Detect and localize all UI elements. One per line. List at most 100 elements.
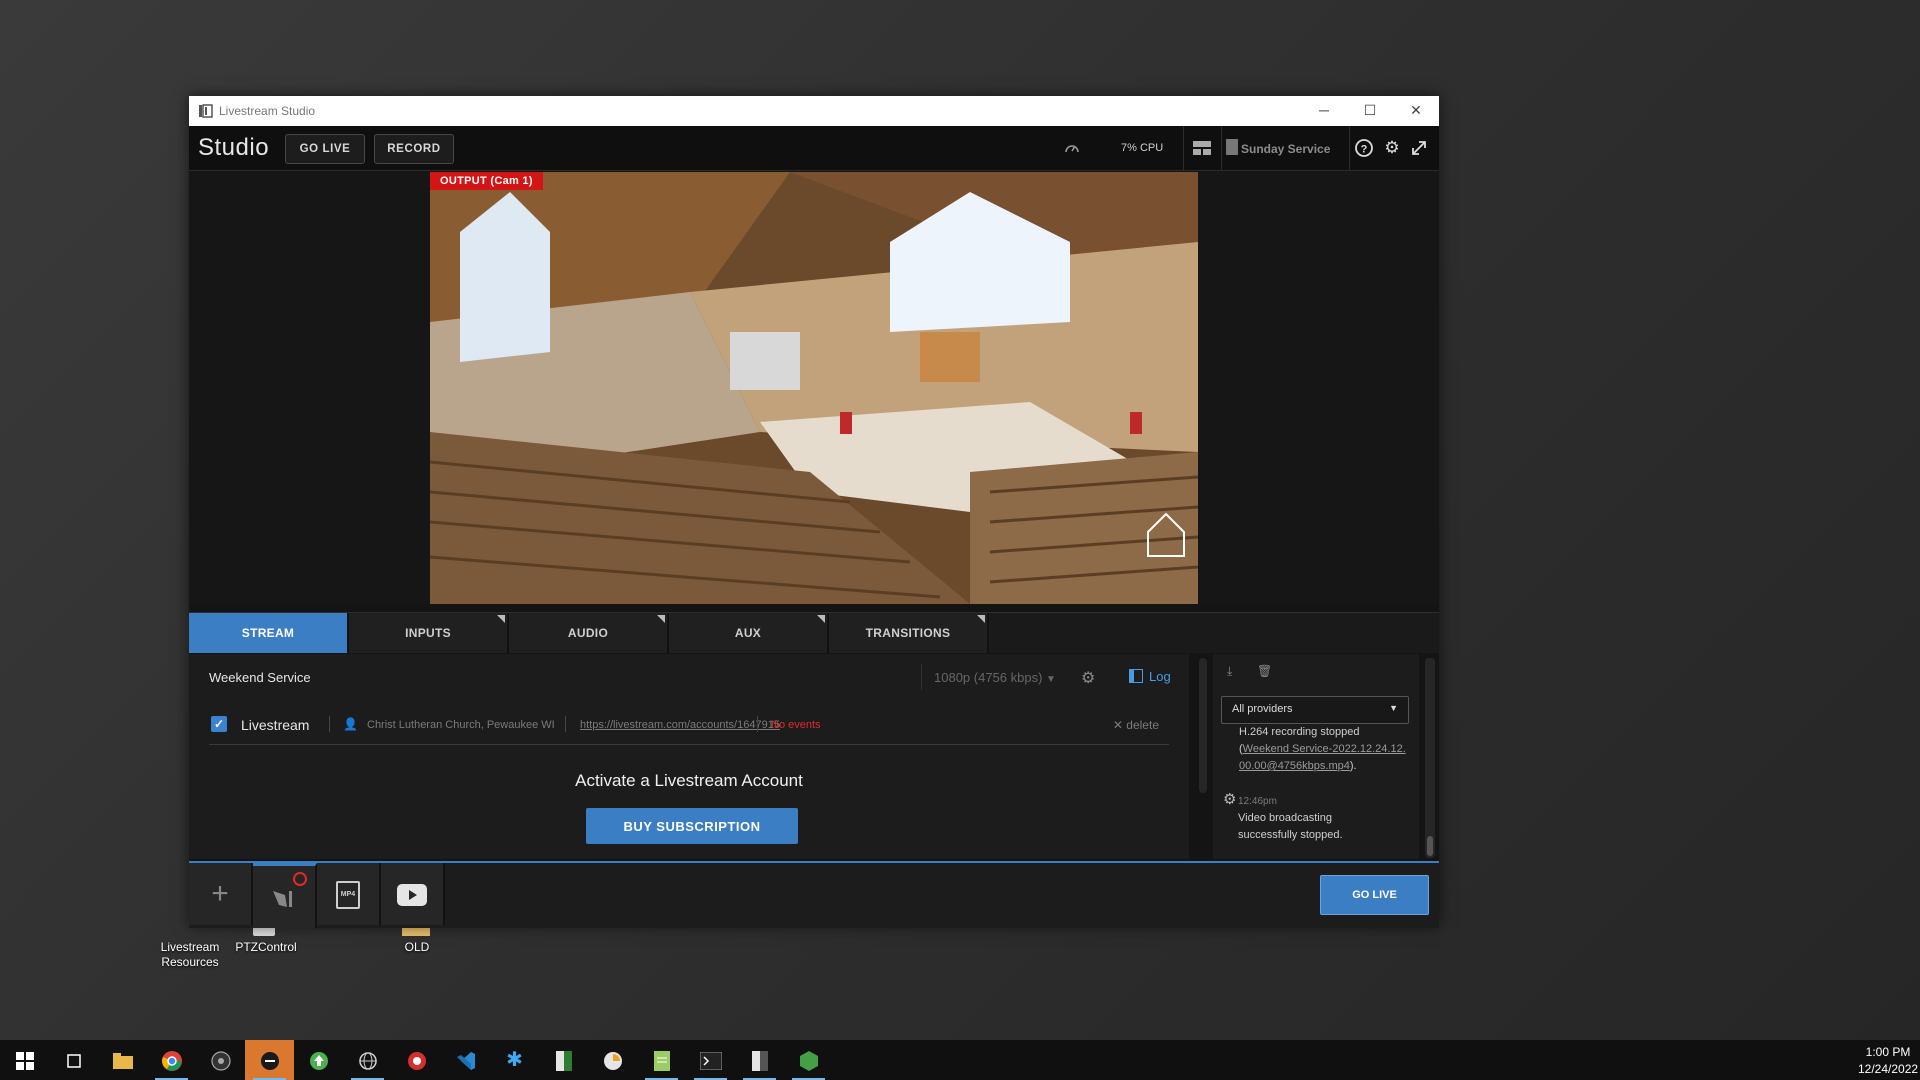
download-icon[interactable]: ⤓ <box>1227 664 1232 679</box>
provider-filter-value: All providers <box>1232 703 1293 715</box>
start-button[interactable] <box>0 1040 49 1080</box>
tab-bar: STREAM INPUTS AUDIO AUX TRANSITIONS <box>189 612 1439 653</box>
green-upload-icon[interactable] <box>294 1040 343 1080</box>
blue-gear-glyph: ✱ <box>506 1049 523 1071</box>
blue-gear-app-icon[interactable]: ✱ <box>490 1040 539 1080</box>
speed-gauge-icon[interactable] <box>1063 140 1081 156</box>
youtube-icon <box>397 883 427 906</box>
tab-transitions[interactable]: TRANSITIONS <box>829 613 989 653</box>
chrome-icon[interactable] <box>147 1040 196 1080</box>
log-entry-time: 12:46pm <box>1238 796 1277 807</box>
log-label: Log <box>1149 669 1171 684</box>
minimize-button[interactable]: ─ <box>1301 96 1347 126</box>
log-panel-scrollbar[interactable] <box>1425 658 1435 858</box>
help-icon[interactable]: ? <box>1352 136 1376 160</box>
tab-label: INPUTS <box>405 626 451 640</box>
go-live-main-button[interactable]: GO LIVE <box>1320 875 1429 915</box>
tab-corner-marker <box>497 615 505 623</box>
row-divider <box>757 716 758 732</box>
red-app-icon[interactable] <box>392 1040 441 1080</box>
provider-filter-select[interactable]: All providers ▼ <box>1221 696 1409 724</box>
document-app-2-icon[interactable] <box>735 1040 784 1080</box>
bottom-bar: + MP4 GO LIVE <box>189 861 1439 928</box>
quality-select[interactable]: 1080p (4756 kbps) ▼ <box>934 670 1056 685</box>
recording-file-link[interactable]: Weekend Service-2022.12.24.12.00.00@4756… <box>1239 743 1406 772</box>
title-bar[interactable]: Livestream Studio ─ ☐ ✕ <box>189 96 1439 126</box>
go-live-button[interactable]: GO LIVE <box>285 134 365 164</box>
delete-provider-button[interactable]: ✕ delete <box>1113 718 1159 732</box>
stream-settings-gear-icon[interactable]: ⚙ <box>1081 668 1095 688</box>
app-logo-icon <box>199 104 213 118</box>
buy-subscription-button[interactable]: BUY SUBSCRIPTION <box>586 808 798 844</box>
close-button[interactable]: ✕ <box>1393 96 1439 126</box>
stream-panel-scrollbar[interactable] <box>1199 658 1207 793</box>
log-panel: ⤓ 🗑 All providers ▼ H.264 recording stop… <box>1213 654 1419 859</box>
mp4-recording-button[interactable]: MP4 <box>317 863 381 925</box>
tab-label: TRANSITIONS <box>865 626 951 640</box>
maximize-button[interactable]: ☐ <box>1347 96 1393 126</box>
record-button[interactable]: RECORD <box>374 134 454 164</box>
log-gear-icon: ⚙ <box>1223 791 1237 808</box>
desktop-icon-label: PTZControl <box>235 940 297 954</box>
clock-date: 12/24/2022 <box>1858 1062 1919 1076</box>
trash-icon[interactable]: 🗑 <box>1257 664 1272 678</box>
livestream-destination-button[interactable] <box>253 863 317 928</box>
system-clock[interactable]: 1:00 PM 12/24/2022 <box>1858 1044 1918 1078</box>
log-toggle-button[interactable]: Log <box>1129 664 1171 690</box>
cpu-usage: 7% CPU <box>1121 142 1164 154</box>
document-app-icon[interactable] <box>539 1040 588 1080</box>
output-label-badge: OUTPUT (Cam 1) <box>430 172 543 190</box>
project-name[interactable]: Sunday Service <box>1241 142 1330 156</box>
provider-name: Livestream <box>241 717 310 733</box>
network-globe-icon[interactable] <box>343 1040 392 1080</box>
clock-time: 1:00 PM <box>1865 1045 1911 1059</box>
desktop-icon-label: Livestream Resources <box>160 940 220 969</box>
layout-icon[interactable] <box>1192 139 1212 157</box>
document-icon <box>1226 139 1238 155</box>
activate-account-heading: Activate a Livestream Account <box>575 771 803 790</box>
youtube-destination-button[interactable] <box>381 863 445 925</box>
chevron-down-icon: ▼ <box>1046 674 1056 685</box>
quality-divider <box>921 664 922 690</box>
tab-inputs[interactable]: INPUTS <box>349 613 509 653</box>
log-panel-icon <box>1129 669 1143 683</box>
obs-icon[interactable] <box>196 1040 245 1080</box>
log-scroll-thumb[interactable] <box>1427 836 1433 856</box>
blocked-icon <box>293 872 307 886</box>
toolbar-divider <box>1183 126 1184 170</box>
log-entry-text: Video broadcasting successfully stopped. <box>1238 812 1343 841</box>
delete-label: delete <box>1126 718 1159 732</box>
output-preview-area: OUTPUT (Cam 1) <box>189 171 1439 604</box>
provider-url-link[interactable]: https://livestream.com/accounts/1647915 <box>580 719 780 731</box>
clock-app-icon[interactable] <box>588 1040 637 1080</box>
task-view-icon[interactable] <box>49 1040 98 1080</box>
provider-account: Christ Lutheran Church, Pewaukee WI <box>367 719 555 731</box>
add-destination-button[interactable]: + <box>189 863 253 925</box>
livestream-studio-taskbar-icon[interactable] <box>245 1040 294 1080</box>
tab-corner-marker <box>817 615 825 623</box>
quality-value: 1080p (4756 kbps) <box>934 670 1043 685</box>
tab-aux[interactable]: AUX <box>669 613 829 653</box>
toolbar-divider <box>1349 126 1350 170</box>
tab-corner-marker <box>977 615 985 623</box>
terminal-icon[interactable] <box>686 1040 735 1080</box>
notepad-plus-icon[interactable] <box>637 1040 686 1080</box>
file-explorer-icon[interactable] <box>98 1040 147 1080</box>
livestream-studio-window: Livestream Studio ─ ☐ ✕ Studio GO LIVE R… <box>189 96 1439 928</box>
provider-checkbox[interactable]: ✓ <box>211 716 227 732</box>
user-icon: 👤 <box>343 717 358 731</box>
chevron-down-icon: ▼ <box>1389 703 1398 713</box>
window-title: Livestream Studio <box>219 104 316 118</box>
studio-brand: Studio <box>198 134 270 161</box>
tab-label: STREAM <box>241 626 295 640</box>
log-entry: H.264 recording stopped (Weekend Service… <box>1239 724 1411 775</box>
tab-stream[interactable]: STREAM <box>189 613 349 653</box>
vscode-icon[interactable] <box>441 1040 490 1080</box>
output-video-feed[interactable] <box>430 172 1198 604</box>
tab-audio[interactable]: AUDIO <box>509 613 669 653</box>
tab-label: AUDIO <box>567 626 609 640</box>
green-cube-icon[interactable] <box>784 1040 833 1080</box>
settings-gear-icon[interactable]: ⚙ <box>1380 136 1404 160</box>
desktop-icon-label: OLD <box>404 940 430 954</box>
fullscreen-icon[interactable] <box>1407 136 1431 160</box>
